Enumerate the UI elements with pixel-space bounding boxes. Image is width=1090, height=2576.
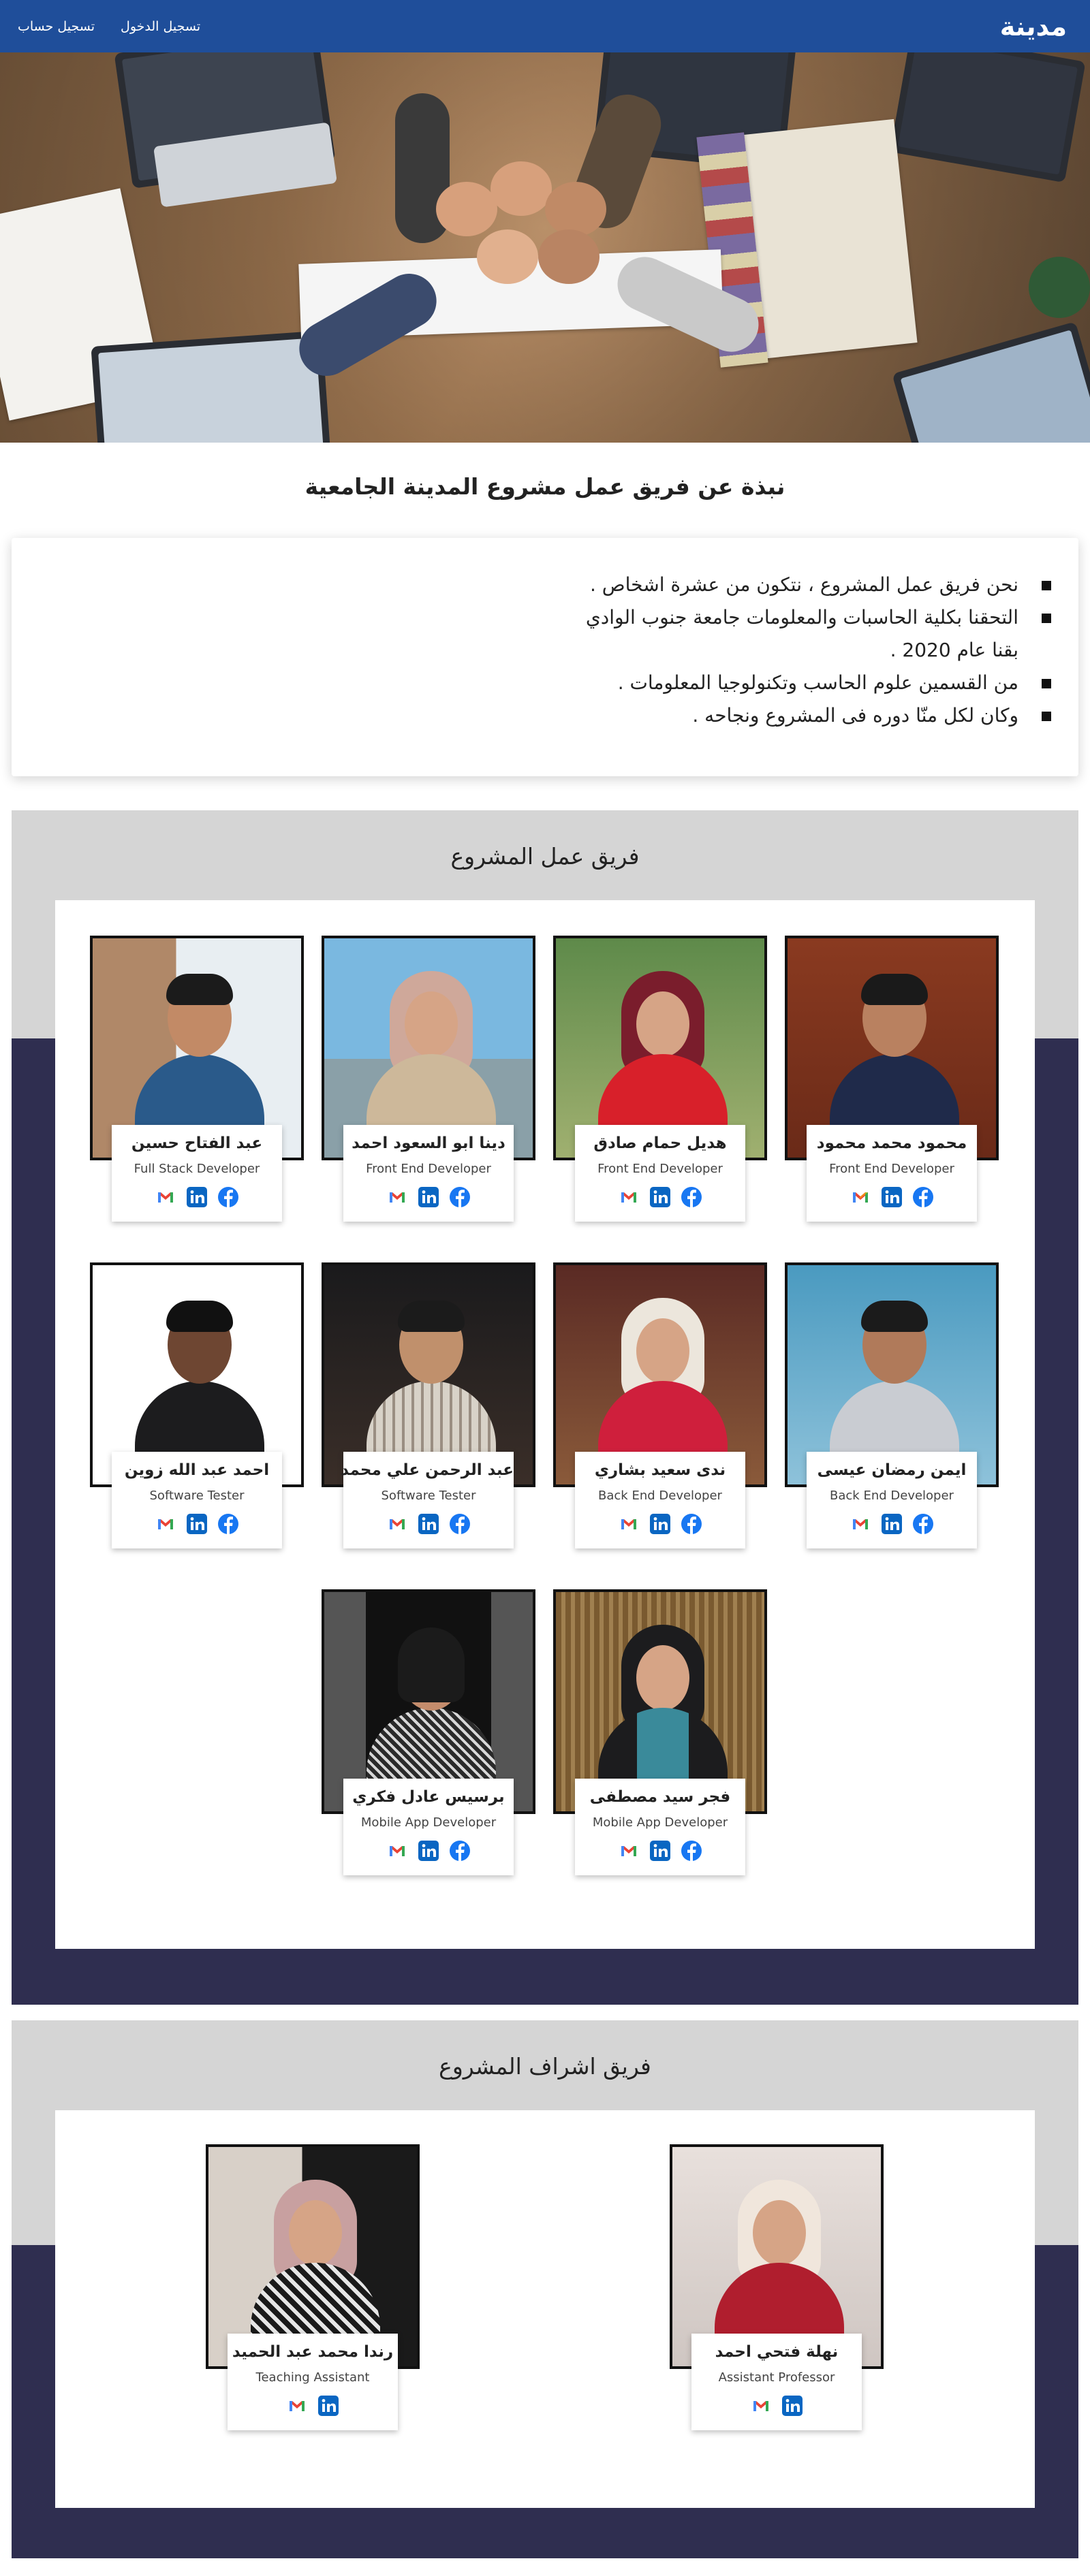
member-name: فجر سيد مصطفى [589, 1788, 731, 1806]
supervisor-name: نهلة فتحي احمد [715, 2343, 839, 2361]
linkedin-icon[interactable] [418, 1186, 439, 1208]
facebook-icon[interactable] [449, 1840, 471, 1862]
facebook-icon[interactable] [449, 1186, 471, 1208]
facebook-icon[interactable] [681, 1186, 702, 1208]
member-name: برسيس عادل فكري [352, 1788, 505, 1806]
member-name: ندى سعيد بشاري [594, 1461, 726, 1479]
member-role: Mobile App Developer [592, 1815, 728, 1830]
supervisor-name: رندا محمد عبد الحميد [232, 2343, 394, 2361]
member-card: ندى سعيد بشاري Back End Developer [553, 1262, 767, 1548]
gmail-icon[interactable] [386, 1840, 408, 1862]
about-card: نحن فريق عمل المشروع ، نتكون من عشرة اشخ… [12, 538, 1078, 776]
navbar: تسجيل حساب تسجيل الدخول مدينة [0, 0, 1090, 52]
about-point: نحن فريق عمل المشروع ، نتكون من عشرة اشخ… [561, 569, 1051, 601]
member-name: محمود محمد محمود [816, 1134, 967, 1152]
gmail-icon[interactable] [850, 1513, 871, 1535]
member-role: Front End Developer [597, 1162, 723, 1176]
member-name: دينا ابو السعود احمد [352, 1134, 505, 1152]
gmail-icon[interactable] [850, 1186, 871, 1208]
facebook-icon[interactable] [449, 1513, 471, 1535]
member-card: عبد الفتاح حسين Full Stack Developer [90, 936, 304, 1222]
facebook-icon[interactable] [681, 1513, 702, 1535]
member-card: هديل حمام صادق Front End Developer [553, 936, 767, 1222]
linkedin-icon[interactable] [781, 2395, 803, 2417]
member-role: Front End Developer [366, 1162, 491, 1176]
member-card: احمد عبد الله زوين Software Tester [90, 1262, 304, 1548]
member-card: فجر سيد مصطفى Mobile App Developer [553, 1589, 767, 1875]
facebook-icon[interactable] [217, 1513, 239, 1535]
about-title: نبذة عن فريق عمل مشروع المدينة الجامعية [305, 473, 785, 500]
supervisor-role: Teaching Assistant [255, 2370, 370, 2385]
gmail-icon[interactable] [155, 1513, 176, 1535]
team-grid: محمود محمد محمود Front End Developer هدي… [55, 900, 1035, 1949]
member-name: عبد الفتاح حسين [131, 1134, 263, 1152]
member-role: Front End Developer [829, 1162, 954, 1176]
member-name: احمد عبد الله زوين [124, 1461, 270, 1479]
gmail-icon[interactable] [155, 1186, 176, 1208]
supervisor-role: Assistant Professor [718, 2370, 835, 2385]
member-name: ايمن رمضان عيسى [817, 1461, 967, 1479]
linkedin-icon[interactable] [418, 1513, 439, 1535]
gmail-icon[interactable] [618, 1513, 640, 1535]
brand-logo[interactable]: مدينة [1000, 12, 1067, 42]
member-name: عبد الرحمن علي محمد [341, 1461, 514, 1479]
linkedin-icon[interactable] [418, 1840, 439, 1862]
facebook-icon[interactable] [217, 1186, 239, 1208]
gmail-icon[interactable] [386, 1186, 408, 1208]
linkedin-icon[interactable] [186, 1186, 208, 1208]
linkedin-icon[interactable] [649, 1840, 671, 1862]
linkedin-icon[interactable] [881, 1513, 903, 1535]
gmail-icon[interactable] [286, 2395, 308, 2417]
member-role: Full Stack Developer [134, 1162, 260, 1176]
about-point: التحقنا بكلية الحاسبات والمعلومات جامعة … [561, 601, 1051, 667]
register-link[interactable]: تسجيل حساب [18, 19, 95, 34]
member-card: ايمن رمضان عيسى Back End Developer [785, 1262, 999, 1548]
facebook-icon[interactable] [912, 1186, 934, 1208]
linkedin-icon[interactable] [186, 1513, 208, 1535]
supervisor-card: رندا محمد عبد الحميد Teaching Assistant [206, 2144, 420, 2430]
facebook-icon[interactable] [912, 1513, 934, 1535]
member-role: Back End Developer [830, 1489, 954, 1503]
gmail-icon[interactable] [386, 1513, 408, 1535]
brand-text: مدينة [999, 11, 1067, 42]
member-card: برسيس عادل فكري Mobile App Developer [322, 1589, 535, 1875]
facebook-icon[interactable] [681, 1840, 702, 1862]
member-role: Back End Developer [598, 1489, 722, 1503]
gmail-icon[interactable] [750, 2395, 772, 2417]
linkedin-icon[interactable] [649, 1513, 671, 1535]
member-card: محمود محمد محمود Front End Developer [785, 936, 999, 1222]
member-role: Software Tester [149, 1489, 245, 1503]
member-card: دينا ابو السعود احمد Front End Developer [322, 936, 535, 1222]
about-point: وكان لكل منّا دوره فى المشروع ونجاحه . [561, 699, 1051, 732]
team-section: فريق عمل المشروع محمود محمد محمود Front … [12, 810, 1078, 2005]
linkedin-icon[interactable] [881, 1186, 903, 1208]
supervisor-card: نهلة فتحي احمد Assistant Professor [670, 2144, 884, 2430]
supervisors-title: فريق اشراف المشروع [439, 2053, 651, 2080]
login-link[interactable]: تسجيل الدخول [121, 19, 200, 34]
nav-links: تسجيل حساب تسجيل الدخول [18, 19, 200, 34]
member-card: عبد الرحمن علي محمد Software Tester [322, 1262, 535, 1548]
hero-image [0, 52, 1090, 443]
about-list: نحن فريق عمل المشروع ، نتكون من عشرة اشخ… [561, 569, 1051, 732]
linkedin-icon[interactable] [317, 2395, 339, 2417]
gmail-icon[interactable] [618, 1840, 640, 1862]
gmail-icon[interactable] [618, 1186, 640, 1208]
supervisors-grid: نهلة فتحي احمد Assistant Professor رندا … [55, 2110, 1035, 2508]
member-role: Mobile App Developer [360, 1815, 497, 1830]
member-role: Software Tester [381, 1489, 476, 1503]
member-name: هديل حمام صادق [593, 1134, 727, 1152]
supervisors-section: فريق اشراف المشروع نهلة فتحي احمد Assist… [12, 2020, 1078, 2558]
about-point: من القسمين علوم الحاسب وتكنولوجيا المعلو… [561, 667, 1051, 699]
team-title: فريق عمل المشروع [450, 843, 640, 870]
linkedin-icon[interactable] [649, 1186, 671, 1208]
